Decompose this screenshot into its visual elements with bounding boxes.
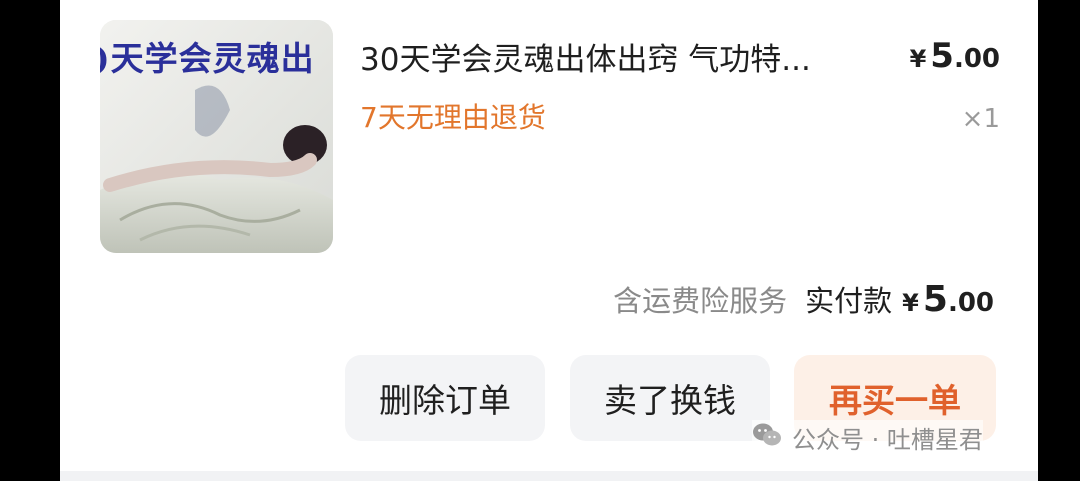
thumbnail-caption: )天学会灵魂出	[100, 39, 315, 78]
unit-price: ¥5.00	[910, 36, 1000, 76]
paid-decimal: .00	[947, 288, 994, 318]
price-decimal: .00	[953, 44, 1000, 74]
product-title[interactable]: 30天学会灵魂出体出窍 气功特...	[360, 34, 880, 79]
price-integer: 5	[930, 36, 954, 76]
return-policy-tag: 7天无理由退货	[360, 101, 546, 134]
shipping-insurance-note: 含运费险服务	[613, 284, 788, 318]
paid-currency: ¥	[902, 289, 919, 317]
card-bottom-divider	[60, 471, 1038, 481]
product-thumbnail[interactable]: )天学会灵魂出	[100, 20, 333, 253]
price-currency: ¥	[909, 45, 927, 73]
wechat-icon	[752, 422, 782, 454]
watermark-text: 公众号 · 吐槽星君	[792, 426, 983, 454]
order-card: )天学会灵魂出 30天学会灵魂出体出窍 气功特... ¥5.00 7天无理由退货…	[60, 0, 1038, 481]
paid-amount-label: 实付款	[805, 284, 893, 318]
sell-for-cash-button[interactable]: 卖了换钱	[570, 355, 770, 441]
quantity: ×1	[961, 104, 1000, 134]
paid-integer: 5	[922, 279, 948, 320]
watermark: 公众号 · 吐槽星君	[752, 420, 983, 455]
payment-summary: 含运费险服务 实付款 ¥5.00	[613, 278, 994, 320]
delete-order-button[interactable]: 删除订单	[345, 355, 545, 441]
